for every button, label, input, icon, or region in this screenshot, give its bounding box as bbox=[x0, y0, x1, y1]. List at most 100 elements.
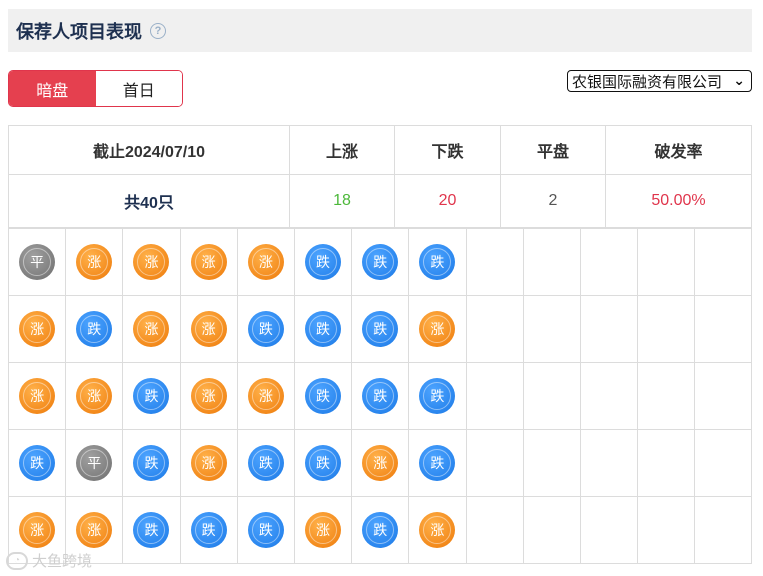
result-down-badge[interactable]: 跌 bbox=[19, 445, 56, 481]
grid-cell bbox=[465, 228, 524, 296]
grid-row: 跌平跌涨跌跌涨跌 bbox=[7, 429, 753, 497]
result-up-badge[interactable]: 涨 bbox=[76, 512, 113, 548]
result-label: 涨 bbox=[87, 254, 102, 270]
result-down-badge[interactable]: 跌 bbox=[305, 378, 342, 414]
grid-cell bbox=[465, 362, 524, 430]
grid-cell: 涨 bbox=[236, 362, 295, 430]
grid-cell: 涨 bbox=[408, 496, 467, 564]
result-up-badge[interactable]: 涨 bbox=[305, 512, 342, 548]
result-down-badge[interactable]: 跌 bbox=[247, 311, 284, 347]
grid-cell: 涨 bbox=[65, 362, 124, 430]
result-flat-badge[interactable]: 平 bbox=[19, 244, 56, 280]
result-up-badge[interactable]: 涨 bbox=[133, 244, 170, 280]
sponsor-select-value: 农银国际融资有限公司 bbox=[572, 73, 723, 91]
grid-row: 涨涨跌涨涨跌跌跌 bbox=[7, 362, 753, 430]
sponsor-select[interactable]: 农银国际融资有限公司 ⌄ bbox=[567, 70, 752, 92]
result-flat-badge[interactable]: 平 bbox=[76, 445, 113, 481]
help-icon[interactable]: ? bbox=[150, 22, 166, 39]
result-up-badge[interactable]: 涨 bbox=[190, 244, 227, 280]
result-down-badge[interactable]: 跌 bbox=[419, 445, 456, 481]
grid-cell bbox=[637, 496, 696, 564]
watermark-logo-icon: ◔ bbox=[6, 551, 28, 570]
grid-cell bbox=[522, 496, 581, 564]
result-down-badge[interactable]: 跌 bbox=[305, 445, 342, 481]
grid-cell: 涨 bbox=[179, 295, 238, 363]
break-rate-header: 破发率 bbox=[605, 125, 752, 175]
grid-cell: 跌 bbox=[351, 295, 410, 363]
result-up-badge[interactable]: 涨 bbox=[76, 244, 113, 280]
result-down-badge[interactable]: 跌 bbox=[362, 512, 399, 548]
result-label: 跌 bbox=[144, 455, 159, 471]
result-label: 跌 bbox=[430, 455, 445, 471]
result-label: 跌 bbox=[316, 321, 331, 337]
result-down-badge[interactable]: 跌 bbox=[190, 512, 227, 548]
result-label: 涨 bbox=[258, 388, 273, 404]
chevron-down-icon: ⌄ bbox=[733, 72, 745, 88]
grid-cell bbox=[694, 228, 753, 296]
grid-cell bbox=[465, 429, 524, 497]
tab-grey-market[interactable]: 暗盘 bbox=[9, 71, 96, 106]
result-up-badge[interactable]: 涨 bbox=[247, 244, 284, 280]
tab-first-day[interactable]: 首日 bbox=[95, 71, 182, 106]
result-up-badge[interactable]: 涨 bbox=[362, 445, 399, 481]
ipo-result-grid: 平涨涨涨涨跌跌跌涨跌涨涨跌跌跌涨涨涨跌涨涨跌跌跌跌平跌涨跌跌涨跌涨涨跌跌跌涨跌涨 bbox=[7, 228, 753, 564]
grid-cell: 涨 bbox=[179, 362, 238, 430]
grid-cell bbox=[637, 362, 696, 430]
period-tabs: 暗盘 首日 bbox=[8, 70, 183, 107]
grid-cell: 跌 bbox=[351, 228, 410, 296]
result-down-badge[interactable]: 跌 bbox=[133, 445, 170, 481]
result-label: 涨 bbox=[144, 254, 159, 270]
result-label: 跌 bbox=[316, 254, 331, 270]
grid-cell: 跌 bbox=[293, 295, 353, 363]
result-up-badge[interactable]: 涨 bbox=[190, 311, 227, 347]
grid-cell bbox=[579, 295, 639, 363]
grid-cell bbox=[579, 362, 639, 430]
result-label: 涨 bbox=[316, 522, 331, 538]
result-label: 跌 bbox=[258, 321, 273, 337]
result-label: 涨 bbox=[201, 321, 216, 337]
grid-cell: 跌 bbox=[351, 362, 410, 430]
result-down-badge[interactable]: 跌 bbox=[362, 311, 399, 347]
result-up-badge[interactable]: 涨 bbox=[133, 311, 170, 347]
grid-cell: 跌 bbox=[351, 496, 410, 564]
grid-cell: 跌 bbox=[236, 429, 295, 497]
result-label: 跌 bbox=[373, 254, 388, 270]
result-up-badge[interactable]: 涨 bbox=[76, 378, 113, 414]
grid-cell bbox=[522, 228, 581, 296]
result-up-badge[interactable]: 涨 bbox=[190, 445, 227, 481]
result-down-badge[interactable]: 跌 bbox=[305, 244, 342, 280]
result-up-badge[interactable]: 涨 bbox=[247, 378, 284, 414]
result-down-badge[interactable]: 跌 bbox=[76, 311, 113, 347]
grid-cell: 涨 bbox=[65, 228, 124, 296]
result-down-badge[interactable]: 跌 bbox=[419, 244, 456, 280]
result-down-badge[interactable]: 跌 bbox=[362, 378, 399, 414]
result-up-badge[interactable]: 涨 bbox=[19, 512, 56, 548]
result-up-badge[interactable]: 涨 bbox=[19, 311, 56, 347]
result-up-badge[interactable]: 涨 bbox=[190, 378, 227, 414]
grid-cell: 跌 bbox=[122, 496, 181, 564]
grid-cell: 涨 bbox=[351, 429, 410, 497]
result-down-badge[interactable]: 跌 bbox=[247, 512, 284, 548]
result-up-badge[interactable]: 涨 bbox=[419, 311, 456, 347]
result-label: 跌 bbox=[144, 388, 159, 404]
result-label: 跌 bbox=[430, 254, 445, 270]
result-label: 涨 bbox=[30, 321, 45, 337]
result-down-badge[interactable]: 跌 bbox=[362, 244, 399, 280]
result-down-badge[interactable]: 跌 bbox=[419, 378, 456, 414]
result-down-badge[interactable]: 跌 bbox=[133, 378, 170, 414]
grid-cell: 涨 bbox=[122, 295, 181, 363]
down-count: 20 bbox=[394, 174, 501, 228]
grid-cell: 跌 bbox=[122, 429, 181, 497]
grid-cell: 涨 bbox=[179, 228, 238, 296]
result-label: 涨 bbox=[87, 388, 102, 404]
result-up-badge[interactable]: 涨 bbox=[19, 378, 56, 414]
break-rate-value: 50.00% bbox=[605, 174, 752, 228]
result-down-badge[interactable]: 跌 bbox=[133, 512, 170, 548]
result-up-badge[interactable]: 涨 bbox=[419, 512, 456, 548]
result-down-badge[interactable]: 跌 bbox=[247, 445, 284, 481]
grid-cell bbox=[694, 496, 753, 564]
result-down-badge[interactable]: 跌 bbox=[305, 311, 342, 347]
grid-cell: 跌 bbox=[408, 362, 467, 430]
grid-cell: 平 bbox=[7, 228, 67, 296]
result-label: 跌 bbox=[316, 388, 331, 404]
